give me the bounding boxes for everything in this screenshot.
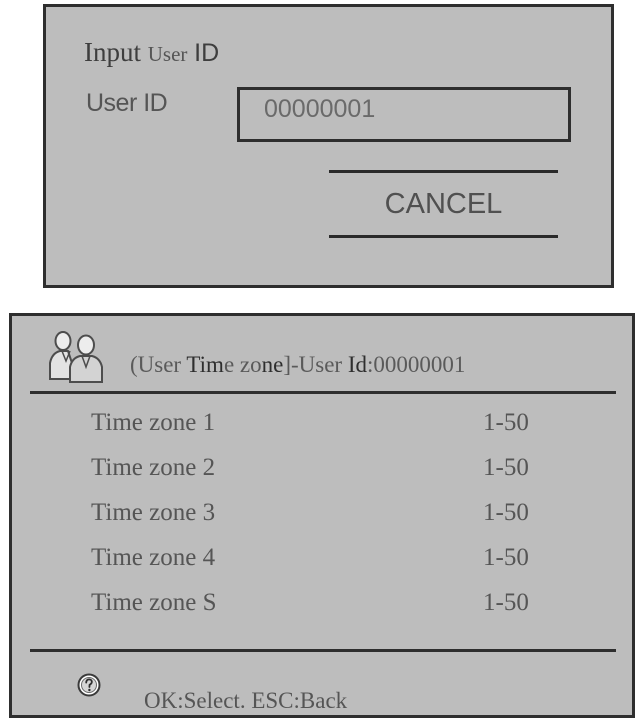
user-id-input[interactable]: 00000001 bbox=[237, 87, 571, 142]
title-part-5: ]-User bbox=[283, 352, 348, 377]
time-zone-name: Time zone 3 bbox=[91, 499, 216, 526]
time-zone-range: 1-50 bbox=[483, 544, 529, 571]
time-zone-name: Time zone 1 bbox=[91, 409, 216, 436]
footer-divider bbox=[30, 649, 616, 652]
time-zone-row-3[interactable]: Time zone 3 1-50 bbox=[12, 499, 632, 544]
user-id-label: User ID bbox=[86, 89, 168, 117]
title-part-6: Id bbox=[347, 352, 368, 377]
title-part-2: Tim bbox=[186, 352, 224, 377]
time-zone-range: 1-50 bbox=[483, 589, 529, 616]
users-icon bbox=[49, 331, 103, 383]
footer-hint: OK:Select. ESC:Back bbox=[144, 688, 347, 714]
dialog-title-user: User bbox=[147, 42, 188, 66]
title-part-7: :00000001 bbox=[367, 352, 466, 377]
window-title: (User Time zone]-User Id:00000001 bbox=[130, 352, 465, 378]
time-zone-name: Time zone 2 bbox=[91, 454, 216, 481]
title-part-4: ne bbox=[261, 352, 284, 377]
time-zone-name: Time zone 4 bbox=[91, 544, 216, 571]
title-part-3: e zo bbox=[223, 352, 262, 377]
time-zone-row-5[interactable]: Time zone S 1-50 bbox=[12, 589, 632, 634]
hint-select: Select. bbox=[183, 688, 252, 713]
time-zone-row-1[interactable]: Time zone 1 1-50 bbox=[12, 409, 632, 454]
time-zone-range: 1-50 bbox=[483, 454, 529, 481]
header-divider bbox=[30, 391, 616, 394]
user-time-zone-window: (User Time zone]-User Id:00000001 Time z… bbox=[9, 313, 635, 718]
time-zone-name: Time zone S bbox=[91, 589, 217, 616]
dialog-title-id: ID bbox=[194, 39, 220, 67]
input-user-id-dialog: Input User ID User ID 00000001 CANCEL bbox=[43, 4, 614, 288]
cancel-button[interactable]: CANCEL bbox=[329, 170, 558, 238]
dialog-title-input: Input bbox=[84, 37, 141, 67]
time-zone-row-2[interactable]: Time zone 2 1-50 bbox=[12, 454, 632, 499]
time-zone-range: 1-50 bbox=[483, 409, 529, 436]
time-zone-range: 1-50 bbox=[483, 499, 529, 526]
time-zone-row-4[interactable]: Time zone 4 1-50 bbox=[12, 544, 632, 589]
hint-esc-back: ESC:Back bbox=[251, 688, 348, 713]
time-zone-list: Time zone 1 1-50 Time zone 2 1-50 Time z… bbox=[12, 409, 632, 634]
hint-ok: OK: bbox=[144, 688, 184, 713]
window-header: (User Time zone]-User Id:00000001 bbox=[12, 316, 632, 391]
dialog-title: Input User ID bbox=[84, 37, 219, 68]
title-part-1: (User bbox=[130, 352, 187, 377]
help-icon bbox=[77, 673, 101, 697]
